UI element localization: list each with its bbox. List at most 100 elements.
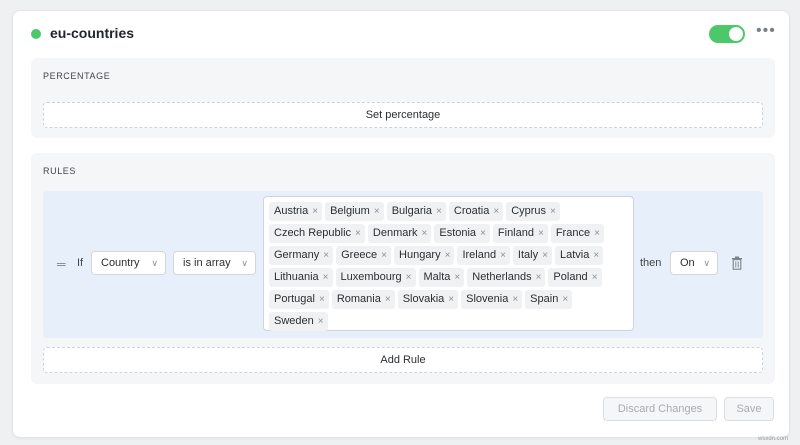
values-multiselect[interactable]: Austria × Belgium × Bulgaria × Croatia × Cyprus ×… [263, 196, 634, 331]
operator-value: is in array [183, 257, 231, 269]
chip-label: Luxembourg [340, 270, 402, 283]
remove-chip-icon[interactable]: × [536, 268, 542, 287]
enabled-toggle[interactable] [709, 25, 745, 43]
chip-label: Spain [530, 292, 559, 305]
value-chip: Spain × [525, 289, 573, 309]
value-chip: Italy × [512, 245, 552, 265]
operator-select[interactable]: is in array ∨ [173, 251, 256, 275]
chip-label: Bulgaria [391, 204, 433, 217]
remove-chip-icon[interactable]: × [512, 290, 518, 309]
value-chip: Lithuania × [269, 267, 333, 287]
chip-label: Germany [274, 248, 320, 261]
toggle-knob [729, 27, 743, 41]
remove-chip-icon[interactable]: × [594, 224, 600, 243]
value-chip: Poland × [548, 267, 602, 287]
chip-label: Estonia [439, 226, 477, 239]
status-dot [31, 29, 41, 39]
value-chip: Czech Republic × [269, 223, 365, 243]
watermark: wsxdn.com [758, 436, 789, 442]
remove-chip-icon[interactable]: × [318, 312, 324, 331]
rule-row: ═ If Country ∨ is in array ∨ Austria × Bel… [43, 191, 763, 338]
flag-card: eu-countries ••• PERCENTAGE Set percenta… [12, 10, 790, 438]
remove-chip-icon[interactable]: × [550, 202, 556, 221]
more-options-icon[interactable]: ••• [756, 23, 775, 43]
value-chip: Netherlands × [467, 267, 546, 287]
remove-chip-icon[interactable]: × [319, 290, 325, 309]
chip-label: Croatia [453, 204, 490, 217]
trash-icon[interactable] [731, 256, 743, 270]
value-chip: Ireland × [457, 245, 510, 265]
chip-label: Netherlands [472, 270, 532, 283]
value-chip: Slovakia × [397, 289, 459, 309]
remove-chip-icon[interactable]: × [493, 202, 499, 221]
remove-chip-icon[interactable]: × [374, 202, 380, 221]
chevron-down-icon: ∨ [241, 258, 248, 268]
then-label: then [640, 257, 662, 269]
remove-chip-icon[interactable]: × [542, 246, 548, 265]
value-chip: France × [550, 223, 604, 243]
chevron-down-icon: ∨ [151, 258, 158, 268]
add-rule-button[interactable]: Add Rule [43, 347, 763, 373]
value-chip: Latvia × [554, 245, 604, 265]
remove-chip-icon[interactable]: × [538, 224, 544, 243]
attribute-select[interactable]: Country ∨ [91, 251, 166, 275]
value-chip: Belgium × [325, 201, 384, 221]
chip-label: Greece [341, 248, 378, 261]
result-select[interactable]: On ∨ [670, 251, 718, 275]
remove-chip-icon[interactable]: × [500, 246, 506, 265]
chip-label: Slovakia [402, 292, 445, 305]
flag-name: eu-countries [50, 25, 135, 41]
remove-chip-icon[interactable]: × [323, 246, 329, 265]
remove-chip-icon[interactable]: × [445, 246, 451, 265]
remove-chip-icon[interactable]: × [454, 268, 460, 287]
chip-label: Austria [274, 204, 309, 217]
chip-label: Sweden [274, 314, 314, 327]
remove-chip-icon[interactable]: × [422, 224, 428, 243]
if-label: If [77, 257, 84, 269]
discard-changes-button[interactable]: Discard Changes [603, 397, 717, 421]
value-chip: Denmark × [367, 223, 432, 243]
set-percentage-button[interactable]: Set percentage [43, 102, 763, 128]
value-chip: Romania × [331, 289, 395, 309]
save-button[interactable]: Save [724, 397, 774, 421]
chip-label: Finland [497, 226, 534, 239]
remove-chip-icon[interactable]: × [381, 246, 387, 265]
chip-label: Latvia [559, 248, 590, 261]
remove-chip-icon[interactable]: × [312, 202, 318, 221]
chip-label: Belgium [330, 204, 370, 217]
value-chip: Finland × [492, 223, 548, 243]
value-chip: Portugal × [269, 289, 329, 309]
value-chip: Hungary × [394, 245, 455, 265]
flag-header: eu-countries ••• [13, 11, 789, 57]
rules-label: RULES [43, 166, 77, 176]
value-chip: Malta × [418, 267, 465, 287]
value-chip: Austria × [269, 201, 323, 221]
chip-label: Italy [517, 248, 539, 261]
drag-handle-icon[interactable]: ═ [57, 258, 66, 270]
value-chip: Sweden × [269, 311, 328, 331]
value-chip: Bulgaria × [386, 201, 446, 221]
remove-chip-icon[interactable]: × [448, 290, 454, 309]
remove-chip-icon[interactable]: × [406, 268, 412, 287]
remove-chip-icon[interactable]: × [385, 290, 391, 309]
chip-label: France [555, 226, 591, 239]
value-chip: Slovenia × [461, 289, 523, 309]
value-chip: Estonia × [434, 223, 490, 243]
chip-label: Poland [553, 270, 588, 283]
remove-chip-icon[interactable]: × [323, 268, 329, 287]
attribute-value: Country [101, 257, 140, 269]
rules-section: RULES ═ If Country ∨ is in array ∨ Austr… [31, 153, 775, 384]
chevron-down-icon: ∨ [703, 258, 710, 268]
remove-chip-icon[interactable]: × [593, 246, 599, 265]
remove-chip-icon[interactable]: × [436, 202, 442, 221]
remove-chip-icon[interactable]: × [355, 224, 361, 243]
percentage-section: PERCENTAGE Set percentage [31, 58, 775, 138]
chip-label: Lithuania [274, 270, 319, 283]
remove-chip-icon[interactable]: × [592, 268, 598, 287]
percentage-label: PERCENTAGE [43, 71, 111, 81]
chip-label: Portugal [274, 292, 315, 305]
chip-label: Czech Republic [274, 226, 352, 239]
chip-label: Romania [336, 292, 381, 305]
remove-chip-icon[interactable]: × [562, 290, 568, 309]
remove-chip-icon[interactable]: × [480, 224, 486, 243]
